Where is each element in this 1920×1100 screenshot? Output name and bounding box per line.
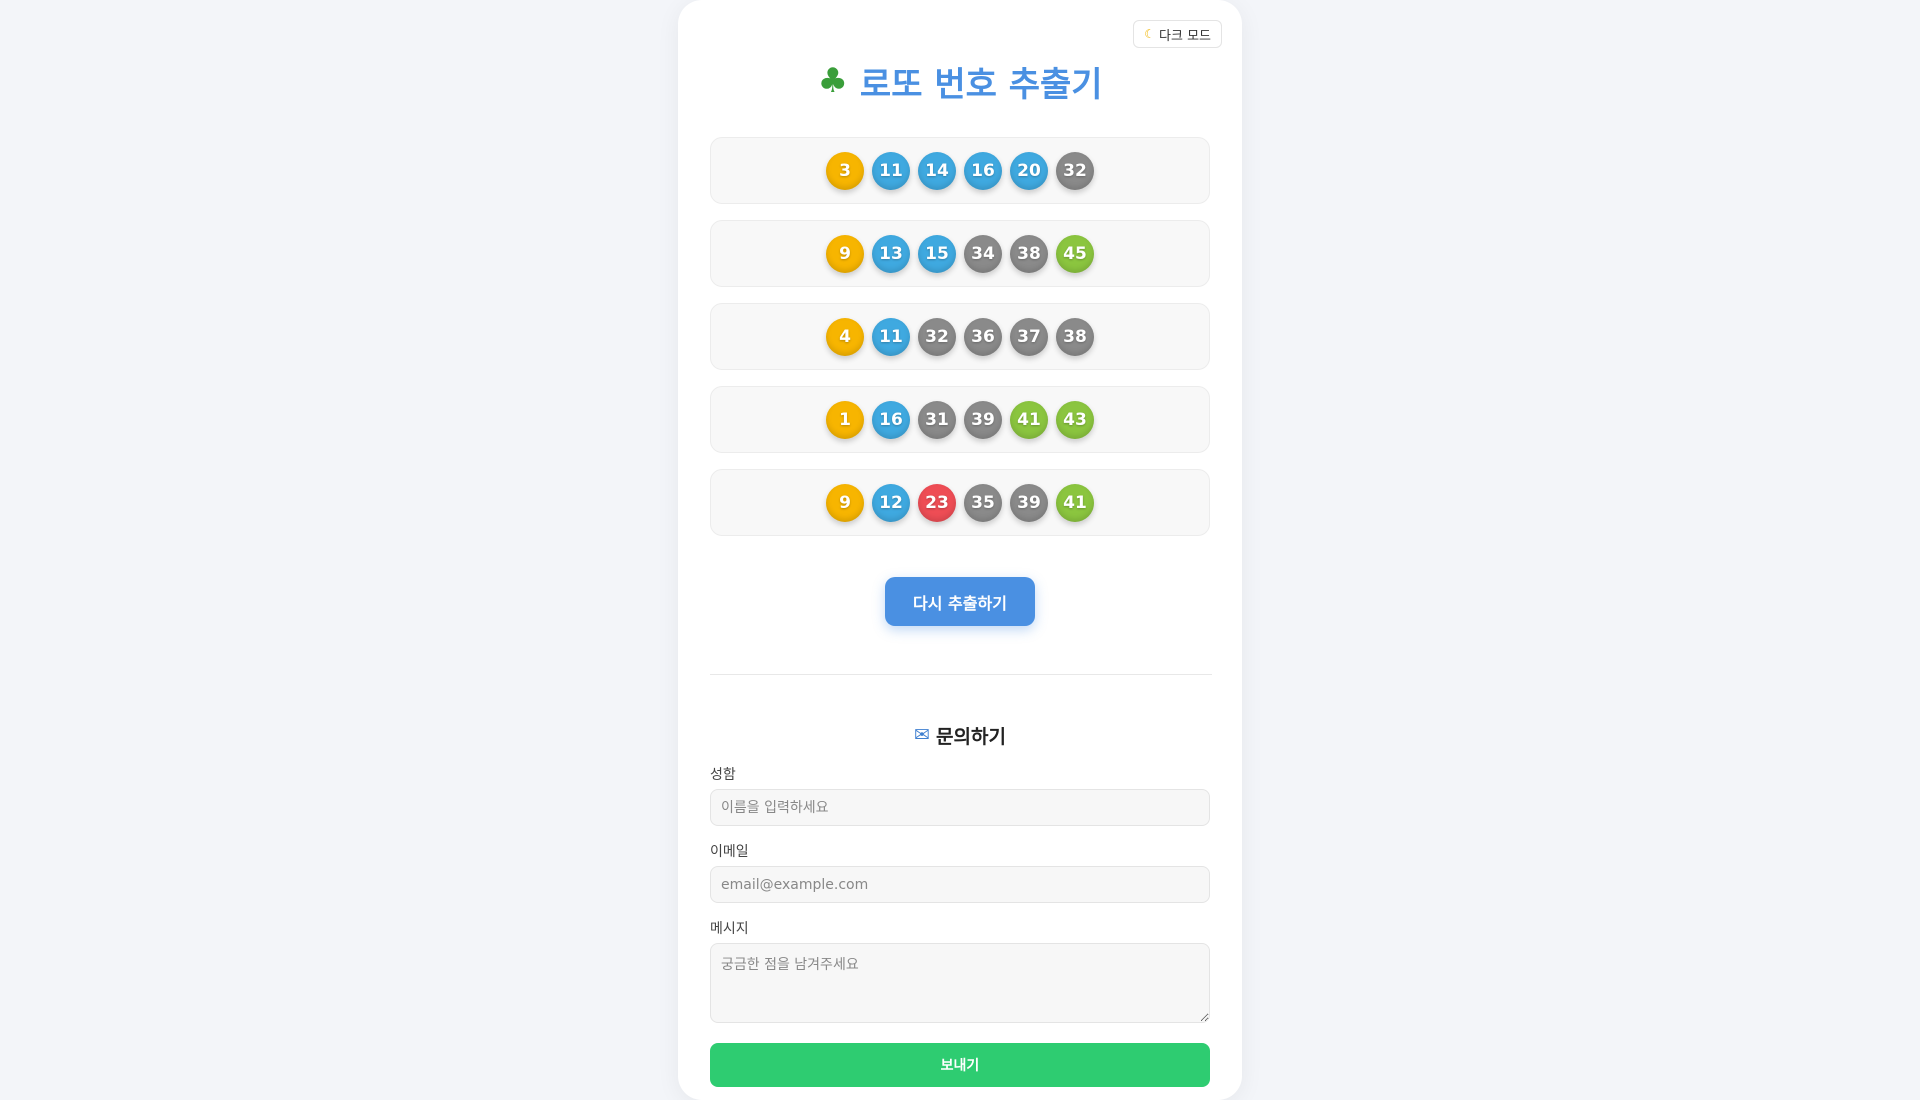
lotto-ball: 15	[918, 234, 956, 273]
moon-icon: ☾	[1144, 27, 1156, 41]
lotto-ball: 9	[826, 234, 864, 273]
lotto-ball: 35	[964, 483, 1002, 522]
email-label: 이메일	[710, 844, 749, 860]
lotto-ball: 41	[1010, 400, 1048, 439]
lotto-ball: 43	[1056, 400, 1094, 439]
lotto-ball: 37	[1010, 317, 1048, 356]
lotto-ball: 32	[918, 317, 956, 356]
lotto-card: ☾ 다크 모드 ♣ 로또 번호 추출기 3 11 14 16 20 32 9 13 15 34 38…	[678, 0, 1242, 1100]
dark-mode-button[interactable]: ☾ 다크 모드	[1133, 20, 1222, 48]
lotto-ball: 16	[872, 400, 910, 439]
lotto-ball: 31	[918, 400, 956, 439]
lotto-ball: 39	[1010, 483, 1048, 522]
name-label: 성함	[710, 767, 736, 783]
dark-mode-label: 다크 모드	[1159, 28, 1211, 44]
message-textarea[interactable]	[710, 943, 1210, 1023]
contact-title: ✉ 문의하기	[678, 721, 1242, 749]
lotto-row: 4 11 32 36 37 38	[710, 303, 1210, 370]
lotto-row: 3 11 14 16 20 32	[710, 137, 1210, 204]
mailbox-icon: ✉	[914, 724, 930, 746]
lotto-ball: 11	[872, 317, 910, 356]
lotto-row: 1 16 31 39 41 43	[710, 386, 1210, 453]
page-title-text: 로또 번호 추출기	[859, 64, 1103, 105]
lotto-row: 9 12 23 35 39 41	[710, 469, 1210, 536]
message-label: 메시지	[710, 921, 749, 937]
lotto-ball: 45	[1056, 234, 1094, 273]
lotto-results: 3 11 14 16 20 32 9 13 15 34 38 45 4 11 32 36 37 38 1 16 31 39…	[710, 137, 1210, 552]
lotto-ball: 41	[1056, 483, 1094, 522]
page-title: ♣ 로또 번호 추출기	[678, 56, 1242, 106]
lotto-ball: 11	[872, 151, 910, 190]
name-input[interactable]	[710, 789, 1210, 826]
lotto-ball: 14	[918, 151, 956, 190]
lotto-ball: 1	[826, 400, 864, 439]
regenerate-button[interactable]: 다시 추출하기	[885, 577, 1035, 626]
lotto-ball: 38	[1056, 317, 1094, 356]
email-input[interactable]	[710, 866, 1210, 903]
lotto-ball: 4	[826, 317, 864, 356]
lotto-ball: 23	[918, 483, 956, 522]
four-leaf-clover-icon: ♣	[817, 61, 848, 101]
lotto-ball: 16	[964, 151, 1002, 190]
lotto-ball: 32	[1056, 151, 1094, 190]
lotto-ball: 9	[826, 483, 864, 522]
lotto-ball: 12	[872, 483, 910, 522]
section-divider	[710, 674, 1212, 675]
send-button[interactable]: 보내기	[710, 1043, 1210, 1087]
lotto-ball: 38	[1010, 234, 1048, 273]
contact-title-text: 문의하기	[936, 725, 1006, 748]
lotto-ball: 39	[964, 400, 1002, 439]
lotto-ball: 20	[1010, 151, 1048, 190]
lotto-ball: 34	[964, 234, 1002, 273]
lotto-ball: 3	[826, 151, 864, 190]
lotto-ball: 36	[964, 317, 1002, 356]
lotto-row: 9 13 15 34 38 45	[710, 220, 1210, 287]
lotto-ball: 13	[872, 234, 910, 273]
